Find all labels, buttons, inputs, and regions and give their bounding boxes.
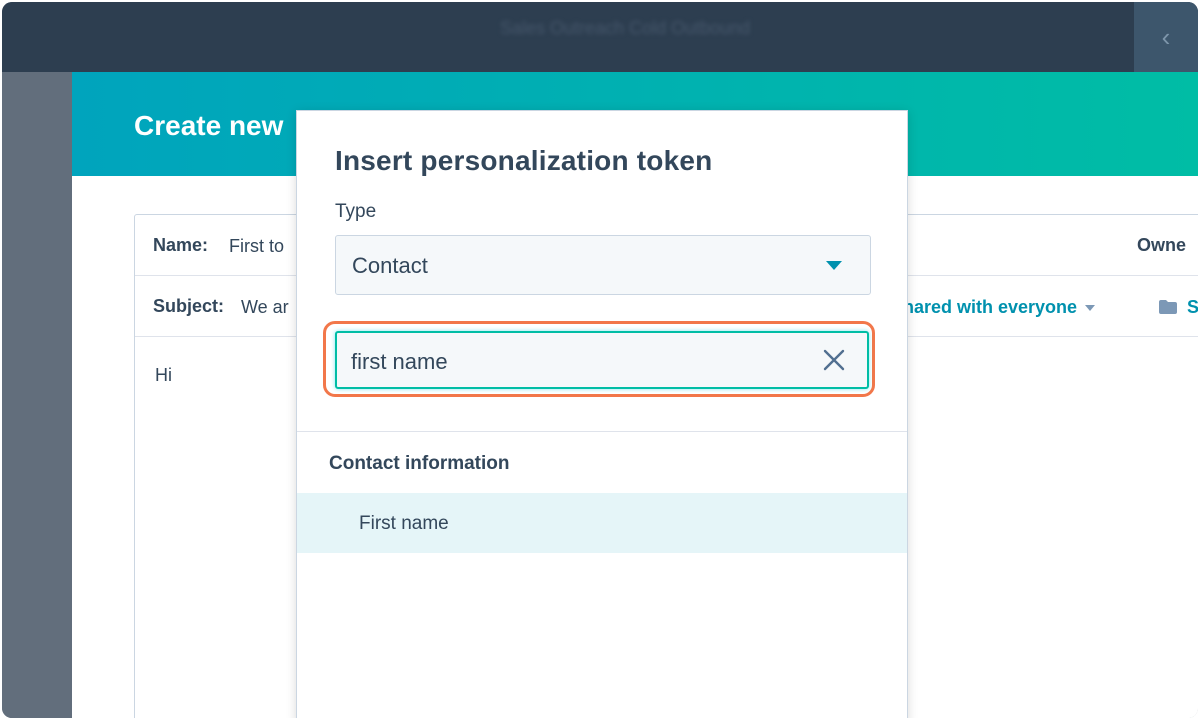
token-search-input[interactable]: first name [335,331,869,389]
background-overlay [2,72,72,718]
name-input[interactable]: First to [229,236,284,257]
folder-label[interactable]: S [1187,297,1198,318]
type-select-value: Contact [352,253,428,278]
top-navigation-bar: Sales Outreach Cold Outbound ‹ [2,2,1198,72]
modal-title: Create new [134,110,284,141]
close-icon[interactable] [823,349,845,371]
email-body[interactable]: Hi [155,365,172,386]
sharing-dropdown[interactable]: hared with everyone [903,297,1096,318]
result-item-label: First name [359,513,449,534]
blurred-breadcrumb: Sales Outreach Cold Outbound [500,18,751,38]
section-heading-contact-information: Contact information [329,453,510,474]
sharing-label: hared with everyone [903,297,1078,317]
personalization-token-popover: Insert personalization token Type Contac… [296,110,908,718]
collapse-panel-button[interactable]: ‹ [1134,2,1198,72]
popover-title: Insert personalization token [335,145,713,176]
result-item-first-name[interactable]: First name [297,493,907,553]
caret-down-icon [1085,305,1096,312]
folder-icon[interactable] [1159,300,1177,314]
name-label: Name: [153,235,209,255]
type-label: Type [335,201,377,222]
search-input-value: first name [351,349,448,374]
type-select[interactable]: Contact [335,235,871,295]
owner-label: Owne [1137,235,1187,255]
section-divider [297,431,907,432]
chevron-left-icon: ‹ [1161,21,1171,52]
app-frame: Sales Outreach Cold Outbound ‹ Create ne… [2,2,1198,718]
subject-label: Subject: [153,296,225,316]
subject-input[interactable]: We ar [241,297,289,318]
chevron-down-icon [826,261,842,270]
